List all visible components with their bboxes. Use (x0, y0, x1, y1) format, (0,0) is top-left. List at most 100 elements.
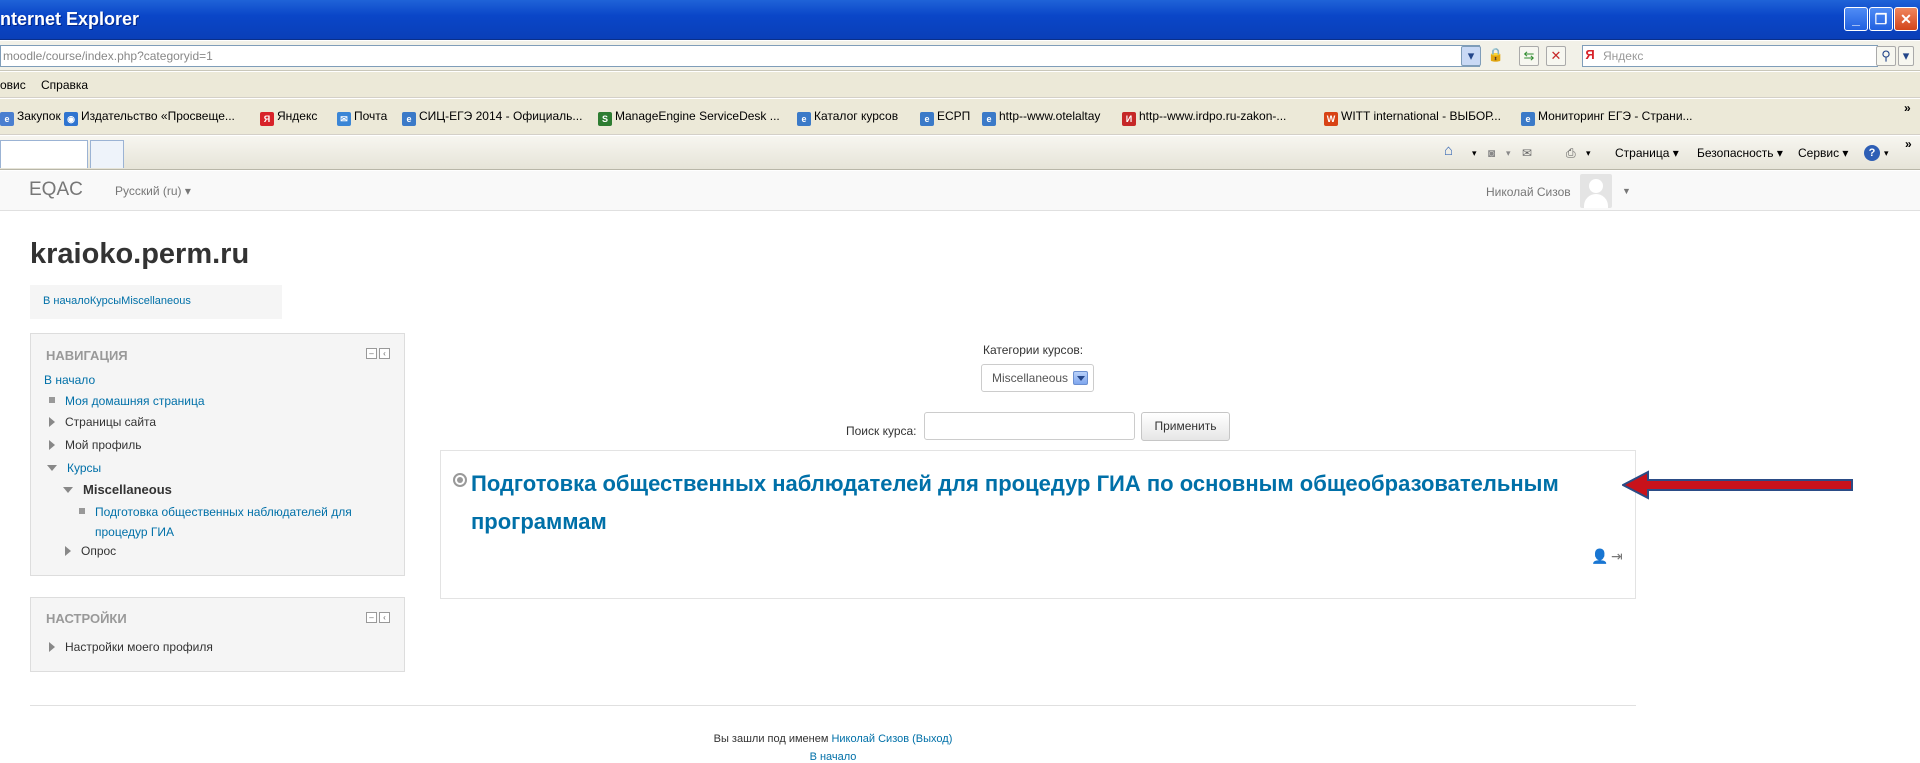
settings-block: НАСТРОЙКИ – ‹ Настройки моего профиля (30, 597, 405, 672)
favorite-link[interactable]: e http--www.otelaltay (982, 109, 1100, 126)
ie-page-icon: e (402, 112, 416, 126)
navigation-header: НАВИГАЦИЯ (46, 348, 128, 363)
yandex-search-icon: Я (1585, 47, 1595, 62)
chevron-down-icon[interactable]: ▾ (1586, 148, 1591, 159)
mail-icon: ✉ (337, 112, 351, 126)
chevron-down-icon[interactable]: ▼ (1622, 186, 1631, 196)
navigation-block: НАВИГАЦИЯ – ‹ В начало Моя домашняя стра… (30, 333, 405, 576)
favorite-link[interactable]: e Мониторинг ЕГЭ - Страни... (1521, 109, 1693, 126)
guest-access-icon: 👤 (1591, 548, 1609, 564)
service-desk-icon: S (598, 112, 612, 126)
apply-button[interactable]: Применить (1141, 412, 1230, 441)
favorites-bar: e Закупок ◉ Издательство «Просвеще... Я Янд… (0, 99, 1920, 135)
nav-courses-link[interactable]: Курсы (47, 461, 101, 475)
search-go-icon[interactable]: ⚲ (1876, 46, 1896, 66)
restore-icon[interactable]: ❐ (1869, 7, 1893, 31)
footer-divider (30, 705, 1636, 706)
lock-icon[interactable]: 🔒 (1486, 46, 1506, 66)
logout-link[interactable]: (Выход) (912, 733, 952, 745)
address-dropdown-icon[interactable]: ▾ (1461, 46, 1481, 66)
collapse-tree-icon (47, 465, 57, 471)
refresh-icon[interactable]: ⇆ (1519, 46, 1539, 66)
home-icon[interactable]: ⌂ (1444, 142, 1453, 159)
logged-in-info: Вы зашли под именем Николай Сизов (Выход… (713, 733, 953, 745)
favorite-link[interactable]: e СИЦ-ЕГЭ 2014 - Официаль... (402, 109, 582, 126)
security-menu[interactable]: Безопасность ▾ (1697, 146, 1783, 160)
collapse-icon[interactable]: – (366, 348, 377, 359)
favorite-link[interactable]: e ЕСРП (920, 109, 970, 126)
dock-icon[interactable]: ‹ (379, 612, 390, 623)
print-icon[interactable]: ⎙ (1566, 146, 1576, 161)
avatar[interactable] (1580, 174, 1612, 208)
nav-category-misc[interactable]: Miscellaneous (63, 482, 172, 497)
chevron-down-icon[interactable]: ▾ (1884, 148, 1889, 159)
address-input[interactable]: moodle/course/index.php?categoryid=1 (0, 45, 1480, 67)
settings-profile[interactable]: Настройки моего профиля (49, 640, 213, 654)
nav-course-link[interactable]: Подготовка общественных наблюдателей для… (79, 502, 399, 542)
mail-icon[interactable]: ✉ (1522, 146, 1532, 160)
browser-tab[interactable] (0, 140, 88, 168)
chevron-down-icon[interactable]: ▾ (1472, 148, 1477, 159)
search-input[interactable]: Яндекс (1582, 45, 1878, 67)
favorite-link[interactable]: ✉ Почта (337, 109, 387, 126)
dock-icon[interactable]: ‹ (379, 348, 390, 359)
page-title: kraioko.perm.ru (30, 238, 250, 270)
course-info-icon[interactable] (453, 473, 467, 487)
favorite-link[interactable]: S ManageEngine ServiceDesk ... (598, 109, 780, 126)
irdpo-icon: И (1122, 112, 1136, 126)
close-window-icon[interactable]: ✕ (1894, 7, 1918, 31)
minimize-icon[interactable]: _ (1844, 7, 1868, 31)
category-select[interactable]: Miscellaneous (981, 364, 1094, 392)
favorite-link[interactable]: Я Яндекс (260, 109, 317, 126)
ie-page-icon: e (0, 112, 14, 126)
favorite-link[interactable]: e Каталог курсов (797, 109, 898, 126)
nav-my-profile[interactable]: Мой профиль (49, 438, 142, 452)
menu-bar: овис Справка (0, 72, 1920, 98)
command-bar: ⌂ ▾ ◙ ▾ ✉ ⎙ ▾ Страница ▾ Безопасность ▾ … (0, 136, 1920, 170)
ie-page-icon: e (920, 112, 934, 126)
new-tab-button[interactable] (90, 140, 124, 168)
nav-home-link[interactable]: В начало (44, 373, 95, 387)
witt-icon: W (1324, 112, 1338, 126)
self-enrol-icon: ⇥ (1611, 548, 1623, 564)
favorite-link[interactable]: e Закупок (0, 109, 61, 126)
help-icon[interactable]: ? (1864, 145, 1880, 161)
yandex-icon: Я (260, 112, 274, 126)
course-search-input[interactable] (924, 412, 1135, 440)
search-options-icon[interactable]: ▾ (1898, 46, 1914, 66)
nav-site-pages[interactable]: Страницы сайта (49, 415, 156, 429)
collapse-icon[interactable]: – (366, 612, 377, 623)
nav-dashboard-link[interactable]: Моя домашняя страница (49, 394, 205, 408)
breadcrumb[interactable]: В началоКурсыMiscellaneous (30, 285, 282, 319)
chevron-down-icon[interactable]: ▾ (1506, 148, 1511, 159)
favorite-link[interactable]: W WITT international - ВЫБОР... (1324, 109, 1501, 126)
footer-home-link[interactable]: В начало (810, 751, 857, 763)
search-label: Поиск курса: (846, 424, 917, 438)
globe-icon: ◉ (64, 112, 78, 126)
site-brand[interactable]: EQAC (29, 179, 83, 201)
favorite-link[interactable]: Иhttp--www.irdpo.ru-zakon-... (1122, 109, 1286, 126)
chevron-more-icon[interactable]: » (1904, 101, 1911, 115)
favorite-link[interactable]: ◉ Издательство «Просвеще... (64, 109, 235, 126)
menu-item-help[interactable]: Справка (41, 78, 88, 92)
settings-header: НАСТРОЙКИ (46, 611, 127, 626)
expand-icon (49, 417, 55, 427)
menu-item-service[interactable]: овис (0, 78, 26, 92)
window-titlebar: nternet Explorer _ ❐ ✕ (0, 0, 1920, 40)
categories-label: Категории курсов: (983, 343, 1084, 357)
expand-icon (65, 546, 71, 556)
course-title-link[interactable]: Подготовка общественных наблюдателей для… (471, 465, 1611, 541)
chevron-down-icon[interactable] (1073, 371, 1088, 385)
footer-user-link[interactable]: Николай Сизов (831, 733, 909, 745)
page-menu[interactable]: Страница ▾ (1615, 146, 1679, 160)
language-menu[interactable]: Русский (ru) ▾ (115, 184, 191, 198)
user-name[interactable]: Николай Сизов (1486, 185, 1571, 199)
service-menu[interactable]: Сервис ▾ (1798, 146, 1848, 160)
stop-icon[interactable]: ✕ (1546, 46, 1566, 66)
bullet-icon (79, 508, 85, 514)
chevron-more-icon[interactable]: » (1905, 137, 1912, 151)
expand-icon (49, 642, 55, 652)
expand-icon (49, 440, 55, 450)
rss-icon[interactable]: ◙ (1488, 146, 1495, 160)
nav-poll[interactable]: Опрос (65, 544, 116, 558)
